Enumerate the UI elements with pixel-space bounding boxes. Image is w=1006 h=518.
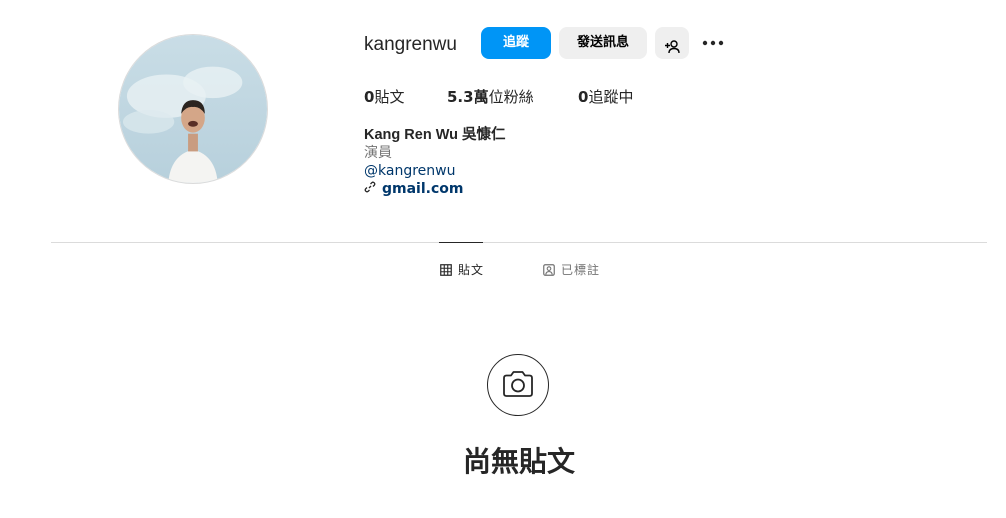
bio-category: 演員 xyxy=(364,145,392,161)
posts-count-value: 0 xyxy=(364,88,375,106)
tab-tagged-label: 已標註 xyxy=(561,263,601,277)
active-tab-indicator xyxy=(439,242,483,243)
posts-count-label: 貼文 xyxy=(374,88,405,106)
tab-posts[interactable]: 貼文 xyxy=(440,262,484,278)
profile-avatar[interactable] xyxy=(118,34,268,184)
follow-button[interactable]: 追蹤 xyxy=(481,27,551,59)
bio-external-link-text: gmail.com xyxy=(382,181,464,197)
link-icon xyxy=(364,180,376,198)
following-count-value: 0 xyxy=(578,88,589,106)
more-horizontal-icon xyxy=(702,40,724,46)
more-options-button[interactable] xyxy=(699,29,727,57)
tagged-icon xyxy=(543,264,555,276)
profile-page: kangrenwu 追蹤 發送訊息 0貼文 5.3萬位粉絲 0追蹤中 Kang … xyxy=(0,0,1006,518)
empty-state-title: 尚無貼文 xyxy=(462,445,575,478)
send-message-button[interactable]: 發送訊息 xyxy=(559,27,647,59)
tab-tagged[interactable]: 已標註 xyxy=(543,262,600,278)
following-count-label: 追蹤中 xyxy=(588,88,634,106)
bio-external-link[interactable]: gmail.com xyxy=(364,180,506,198)
followers-count[interactable]: 5.3萬位粉絲 xyxy=(447,87,534,107)
tab-posts-label: 貼文 xyxy=(458,263,485,277)
camera-icon xyxy=(503,371,533,397)
bio-full-name: Kang Ren Wu 吳慷仁 xyxy=(364,127,506,143)
profile-username: kangrenwu xyxy=(364,34,457,55)
add-user-button[interactable] xyxy=(655,27,689,59)
add-user-icon xyxy=(665,40,680,54)
followers-count-label: 位粉絲 xyxy=(488,88,534,106)
posts-count: 0貼文 xyxy=(364,87,404,107)
grid-icon xyxy=(440,264,452,276)
followers-count-value: 5.3萬 xyxy=(447,88,489,106)
profile-bio: Kang Ren Wu 吳慷仁 演員 @kangrenwu gmail.com xyxy=(364,126,506,198)
following-count[interactable]: 0追蹤中 xyxy=(578,87,633,107)
empty-state-camera xyxy=(487,354,549,416)
tabs-divider xyxy=(51,242,987,243)
bio-handle-link[interactable]: @kangrenwu xyxy=(364,162,506,180)
avatar-photo xyxy=(119,35,267,183)
